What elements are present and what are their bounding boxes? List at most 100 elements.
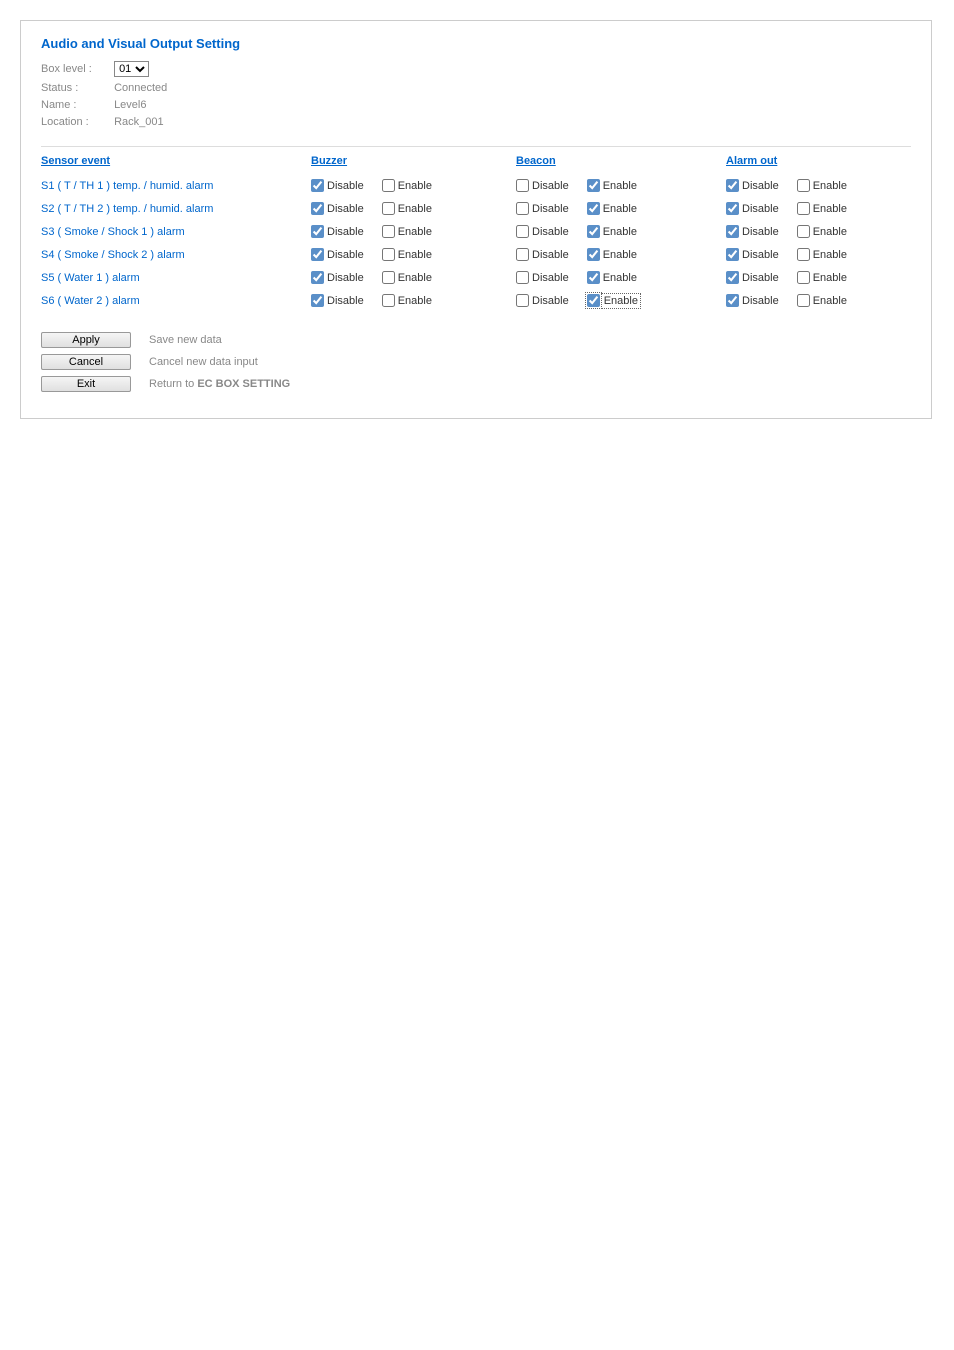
beacon-disable-label: Disable [532,272,569,284]
header-sensor: Sensor event [41,155,311,169]
alarm-disable-checkbox[interactable] [726,225,739,238]
name-row: Name : Level6 [41,99,911,111]
alarm-disable-label: Disable [742,226,779,238]
beacon-enable-checkbox[interactable] [587,179,600,192]
location-value: Rack_001 [114,116,164,128]
beacon-enable-checkbox[interactable] [587,294,600,307]
buzzer-pair: Disable Enable [311,271,486,284]
apply-button[interactable]: Apply [41,332,131,348]
beacon-enable-label: Enable [603,272,637,284]
buzzer-enable-label: Enable [398,226,432,238]
status-value: Connected [114,82,167,94]
buzzer-enable-wrap: Enable [382,225,432,238]
beacon-disable-label: Disable [532,295,569,307]
buzzer-enable-checkbox[interactable] [382,202,395,215]
sensor-event-label: S6 ( Water 2 ) alarm [41,295,311,307]
alarm-enable-label: Enable [813,203,847,215]
button-area: Apply Save new data Cancel Cancel new da… [41,332,911,392]
alarm-pair: DisableEnable [726,225,906,238]
beacon-enable-checkbox[interactable] [587,225,600,238]
alarm-enable-checkbox[interactable] [797,225,810,238]
alarm-disable-wrap: Disable [726,225,779,238]
beacon-pair: Disable Enable [516,271,696,284]
beacon-pair: DisableEnable [516,248,696,261]
cancel-button[interactable]: Cancel [41,354,131,370]
buzzer-pair: DisableEnable [311,225,486,238]
beacon-enable-label: Enable [603,226,637,238]
beacon-disable-wrap: Disable [516,225,569,238]
alarm-disable-label: Disable [742,272,779,284]
alarm-enable-checkbox[interactable] [797,294,810,307]
buzzer-enable-checkbox[interactable] [382,225,395,238]
beacon-disable-checkbox[interactable] [516,225,529,238]
exit-row: Exit Return to EC BOX SETTING [41,376,911,392]
alarm-enable-checkbox[interactable] [797,248,810,261]
buzzer-enable-wrap: Enable [382,271,432,284]
beacon-disable-checkbox[interactable] [516,248,529,261]
settings-grid: Sensor event Buzzer Beacon Alarm out S1 … [41,155,911,307]
beacon-disable-checkbox[interactable] [516,202,529,215]
alarm-disable-wrap: Disable [726,294,779,307]
alarm-disable-label: Disable [742,295,779,307]
beacon-enable-wrap: Enable [587,179,637,192]
exit-button[interactable]: Exit [41,376,131,392]
buzzer-enable-checkbox[interactable] [382,179,395,192]
buzzer-disable-label: Disable [327,272,364,284]
buzzer-disable-checkbox[interactable] [311,202,324,215]
buzzer-enable-wrap: Enable [382,202,432,215]
box-level-label: Box level : [41,63,111,75]
settings-panel: Audio and Visual Output Setting Box leve… [20,20,932,419]
buzzer-pair: DisableEnable [311,179,486,192]
beacon-disable-checkbox[interactable] [516,294,529,307]
alarm-enable-label: Enable [813,180,847,192]
sensor-event-label: S1 ( T / TH 1 ) temp. / humid. alarm [41,180,311,192]
alarm-pair: Disable Enable [726,271,906,284]
buzzer-disable-checkbox[interactable] [311,225,324,238]
buzzer-disable-label: Disable [327,295,364,307]
buzzer-disable-checkbox[interactable] [311,248,324,261]
buzzer-enable-checkbox[interactable] [382,271,395,284]
beacon-enable-label: Enable [603,203,637,215]
beacon-enable-checkbox[interactable] [587,271,600,284]
beacon-enable-wrap: Enable [587,271,637,284]
beacon-enable-wrap: Enable [587,248,637,261]
alarm-pair: DisableEnable [726,248,906,261]
beacon-enable-checkbox[interactable] [587,202,600,215]
alarm-disable-checkbox[interactable] [726,294,739,307]
buzzer-disable-checkbox[interactable] [311,179,324,192]
buzzer-enable-label: Enable [398,180,432,192]
buzzer-enable-checkbox[interactable] [382,294,395,307]
alarm-enable-checkbox[interactable] [797,179,810,192]
alarm-disable-checkbox[interactable] [726,248,739,261]
alarm-enable-checkbox[interactable] [797,271,810,284]
alarm-disable-checkbox[interactable] [726,202,739,215]
beacon-disable-wrap: Disable [516,294,569,307]
buzzer-enable-label: Enable [398,272,432,284]
box-level-row: Box level : 01 [41,61,911,77]
alarm-disable-wrap: Disable [726,202,779,215]
buzzer-pair: DisableEnable [311,294,486,307]
beacon-enable-checkbox[interactable] [587,248,600,261]
buzzer-enable-checkbox[interactable] [382,248,395,261]
divider [41,146,911,147]
location-label: Location : [41,116,111,128]
buzzer-disable-wrap: Disable [311,271,364,284]
buzzer-enable-label: Enable [398,203,432,215]
alarm-enable-label: Enable [813,272,847,284]
cancel-row: Cancel Cancel new data input [41,354,911,370]
alarm-disable-checkbox[interactable] [726,271,739,284]
box-level-select[interactable]: 01 [114,61,149,77]
apply-desc: Save new data [149,334,222,346]
alarm-disable-wrap: Disable [726,271,779,284]
buzzer-enable-wrap: Enable [382,179,432,192]
header-beacon: Beacon [516,155,696,169]
page-title: Audio and Visual Output Setting [41,36,911,51]
alarm-disable-checkbox[interactable] [726,179,739,192]
sensor-event-label: S3 ( Smoke / Shock 1 ) alarm [41,226,311,238]
alarm-enable-checkbox[interactable] [797,202,810,215]
buzzer-disable-checkbox[interactable] [311,271,324,284]
exit-desc: Return to EC BOX SETTING [149,378,290,390]
beacon-disable-checkbox[interactable] [516,179,529,192]
beacon-disable-checkbox[interactable] [516,271,529,284]
buzzer-disable-checkbox[interactable] [311,294,324,307]
